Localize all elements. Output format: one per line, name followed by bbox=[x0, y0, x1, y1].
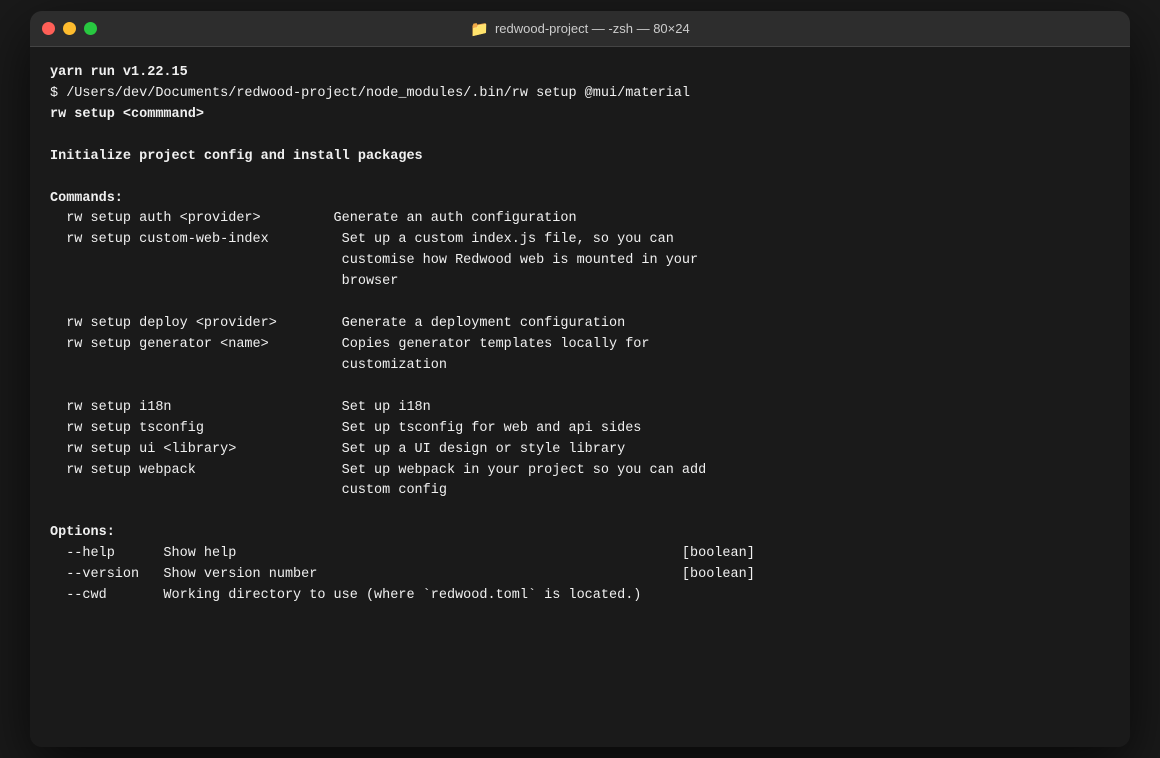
titlebar: 📁 redwood-project — -zsh — 80×24 bbox=[30, 11, 1130, 47]
cmd-deploy: rw setup deploy <provider> Generate a de… bbox=[50, 314, 1110, 335]
title-text: redwood-project — -zsh — 80×24 bbox=[495, 21, 690, 36]
cmd-auth: rw setup auth <provider> Generate an aut… bbox=[50, 209, 1110, 230]
blank-line-2 bbox=[50, 168, 1110, 189]
rw-command: rw setup <commmand> bbox=[50, 105, 1110, 126]
cmd-custom-web-index-2: customise how Redwood web is mounted in … bbox=[50, 251, 1110, 272]
traffic-lights bbox=[42, 22, 97, 35]
cmd-ui: rw setup ui <library> Set up a UI design… bbox=[50, 440, 1110, 461]
opt-version: --version Show version number [boolean] bbox=[50, 565, 1110, 586]
blank-line-3 bbox=[50, 293, 1110, 314]
blank-line-5 bbox=[50, 502, 1110, 523]
yarn-version-line: yarn run v1.22.15 bbox=[50, 63, 1110, 84]
minimize-button[interactable] bbox=[63, 22, 76, 35]
close-button[interactable] bbox=[42, 22, 55, 35]
folder-icon: 📁 bbox=[470, 20, 489, 38]
opt-cwd: --cwd Working directory to use (where `r… bbox=[50, 586, 1110, 607]
cmd-webpack-2: custom config bbox=[50, 481, 1110, 502]
cmd-generator-2: customization bbox=[50, 356, 1110, 377]
cmd-custom-web-index-1: rw setup custom-web-index Set up a custo… bbox=[50, 230, 1110, 251]
cmd-tsconfig: rw setup tsconfig Set up tsconfig for we… bbox=[50, 419, 1110, 440]
cmd-custom-web-index-3: browser bbox=[50, 272, 1110, 293]
options-header: Options: bbox=[50, 523, 1110, 544]
cmd-generator-1: rw setup generator <name> Copies generat… bbox=[50, 335, 1110, 356]
init-line: Initialize project config and install pa… bbox=[50, 147, 1110, 168]
maximize-button[interactable] bbox=[84, 22, 97, 35]
window-title: 📁 redwood-project — -zsh — 80×24 bbox=[470, 20, 689, 38]
commands-header: Commands: bbox=[50, 189, 1110, 210]
terminal-window: 📁 redwood-project — -zsh — 80×24 yarn ru… bbox=[30, 11, 1130, 747]
blank-line-4 bbox=[50, 377, 1110, 398]
blank-line-1 bbox=[50, 126, 1110, 147]
cmd-webpack-1: rw setup webpack Set up webpack in your … bbox=[50, 461, 1110, 482]
opt-help: --help Show help [boolean] bbox=[50, 544, 1110, 565]
cmd-i18n: rw setup i18n Set up i18n bbox=[50, 398, 1110, 419]
prompt-line: $ /Users/dev/Documents/redwood-project/n… bbox=[50, 84, 1110, 105]
terminal-body[interactable]: yarn run v1.22.15 $ /Users/dev/Documents… bbox=[30, 47, 1130, 747]
